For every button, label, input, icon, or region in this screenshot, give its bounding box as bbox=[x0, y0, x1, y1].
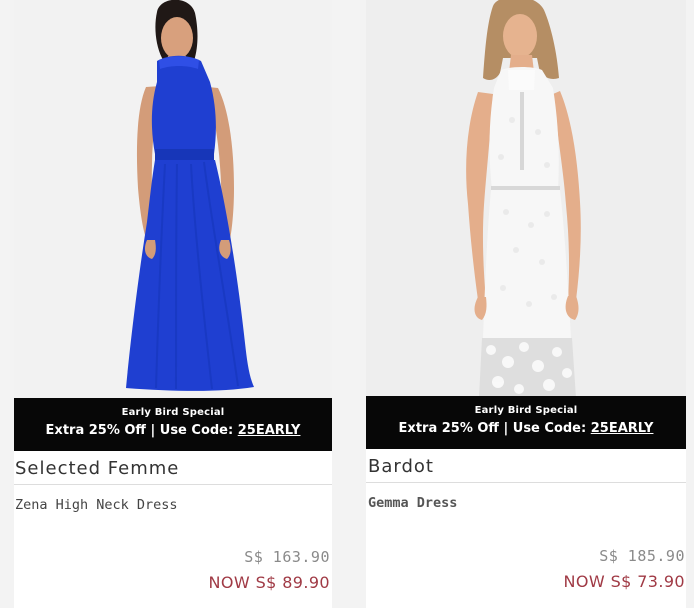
brand-name[interactable]: Selected Femme bbox=[15, 457, 179, 481]
product-card-zena-high-neck-dress[interactable]: Early Bird Special Extra 25% Off | Use C… bbox=[14, 0, 332, 608]
promo-line: Extra 25% Off | Use Code: 25EARLY bbox=[14, 423, 332, 439]
promo-title: Early Bird Special bbox=[121, 407, 225, 418]
promo-line: Extra 25% Off | Use Code: 25EARLY bbox=[366, 421, 686, 437]
product-card-gemma-dress[interactable]: Early Bird Special Extra 25% Off | Use C… bbox=[366, 0, 686, 608]
original-price: S$ 163.90 bbox=[244, 548, 330, 566]
brand-name[interactable]: Bardot bbox=[368, 455, 434, 479]
product-name[interactable]: Zena High Neck Dress bbox=[15, 495, 178, 515]
promo-title: Early Bird Special bbox=[474, 405, 578, 416]
promo-code: 25EARLY bbox=[237, 423, 301, 438]
model-wearing-white-lace-halter-dress-icon bbox=[366, 0, 686, 400]
product-image-zena-high-neck-dress[interactable] bbox=[14, 0, 332, 400]
product-name[interactable]: Gemma Dress bbox=[368, 493, 457, 513]
promo-code: 25EARLY bbox=[590, 421, 654, 436]
divider bbox=[14, 484, 332, 485]
divider bbox=[366, 482, 686, 483]
product-image-gemma-dress[interactable] bbox=[366, 0, 686, 400]
sale-price: NOW S$ 89.90 bbox=[208, 573, 330, 592]
promo-text: Extra 25% Off | Use Code: bbox=[45, 423, 234, 438]
product-grid: Early Bird Special Extra 25% Off | Use C… bbox=[0, 0, 694, 608]
promo-banner: Early Bird Special Extra 25% Off | Use C… bbox=[366, 396, 686, 449]
promo-text: Extra 25% Off | Use Code: bbox=[398, 421, 587, 436]
original-price: S$ 185.90 bbox=[599, 547, 685, 565]
model-wearing-blue-high-neck-dress-icon bbox=[14, 0, 332, 400]
promo-banner: Early Bird Special Extra 25% Off | Use C… bbox=[14, 398, 332, 451]
sale-price: NOW S$ 73.90 bbox=[563, 572, 685, 591]
